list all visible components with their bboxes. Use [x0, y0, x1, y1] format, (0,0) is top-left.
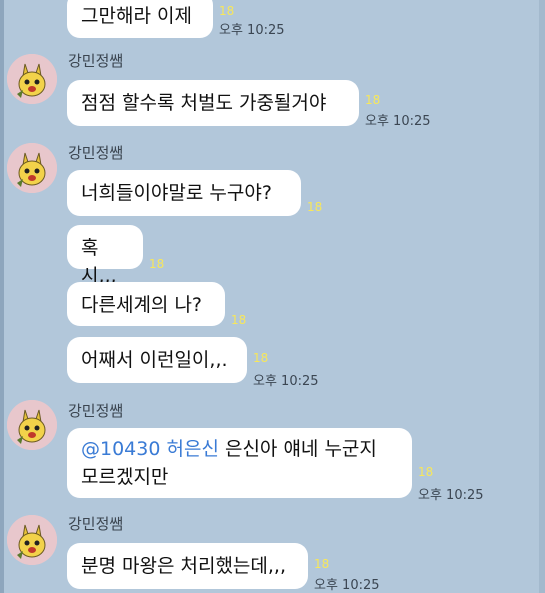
left-edge	[0, 0, 4, 593]
read-count: 18	[314, 557, 330, 571]
sender-name: 강민정쌤	[68, 515, 124, 533]
message-time: 오후 10:25	[219, 23, 285, 38]
message-line: @10430 허은신 은신아 얘네 누군지	[81, 435, 398, 463]
message-text: 혹시,,,	[81, 237, 117, 287]
read-count: 18	[365, 93, 381, 107]
message-line: 모르겠지만	[81, 466, 169, 488]
read-count: 18	[149, 257, 165, 271]
message-time: 오후 10:25	[314, 578, 380, 593]
message-text: 다른세계의 나?	[81, 294, 203, 316]
message-bubble[interactable]: 분명 마왕은 처리했는데,,,	[67, 543, 308, 589]
sender-name: 강민정쌤	[68, 402, 124, 420]
avatar[interactable]	[7, 400, 57, 450]
message-text: 분명 마왕은 처리했는데,,,	[81, 555, 286, 577]
message-bubble[interactable]: 혹시,,,	[67, 225, 143, 287]
message-bubble[interactable]: 어째서 이런일이,,.	[67, 337, 247, 383]
message-time: 오후 10:25	[253, 374, 319, 389]
message-text: 너희들이야말로 누구야?	[81, 182, 272, 204]
avatar[interactable]	[7, 515, 57, 565]
sender-name: 강민정쌤	[68, 52, 124, 70]
mention-link[interactable]: @10430 허은신	[81, 438, 219, 460]
avatar-icon	[7, 54, 57, 104]
avatar-icon	[7, 143, 57, 193]
message-bubble[interactable]: 너희들이야말로 누구야?	[67, 170, 301, 216]
avatar[interactable]	[7, 143, 57, 193]
message-text: 점점 할수록 처벌도 가중될거야	[81, 92, 327, 114]
message-bubble[interactable]: @10430 허은신 은신아 얘네 누군지 모르겠지만	[67, 428, 412, 498]
message-text: 은신아 얘네 누군지	[218, 438, 377, 460]
message-time: 오후 10:25	[365, 114, 431, 129]
message-bubble[interactable]: 그만해라 이제	[67, 0, 213, 38]
read-count: 18	[307, 200, 323, 214]
avatar-icon	[7, 515, 57, 565]
right-edge	[539, 0, 545, 593]
message-text: 어째서 이런일이,,.	[81, 349, 228, 371]
read-count: 18	[231, 313, 247, 327]
read-count: 18	[418, 465, 434, 479]
message-text: 그만해라 이제	[81, 5, 192, 27]
message-bubble[interactable]: 다른세계의 나?	[67, 282, 225, 326]
read-count: 18	[253, 351, 269, 365]
message-bubble[interactable]: 점점 할수록 처벌도 가중될거야	[67, 80, 359, 126]
read-count: 18	[219, 4, 235, 18]
sender-name: 강민정쌤	[68, 144, 124, 162]
avatar-icon	[7, 400, 57, 450]
message-time: 오후 10:25	[418, 488, 484, 503]
avatar[interactable]	[7, 54, 57, 104]
